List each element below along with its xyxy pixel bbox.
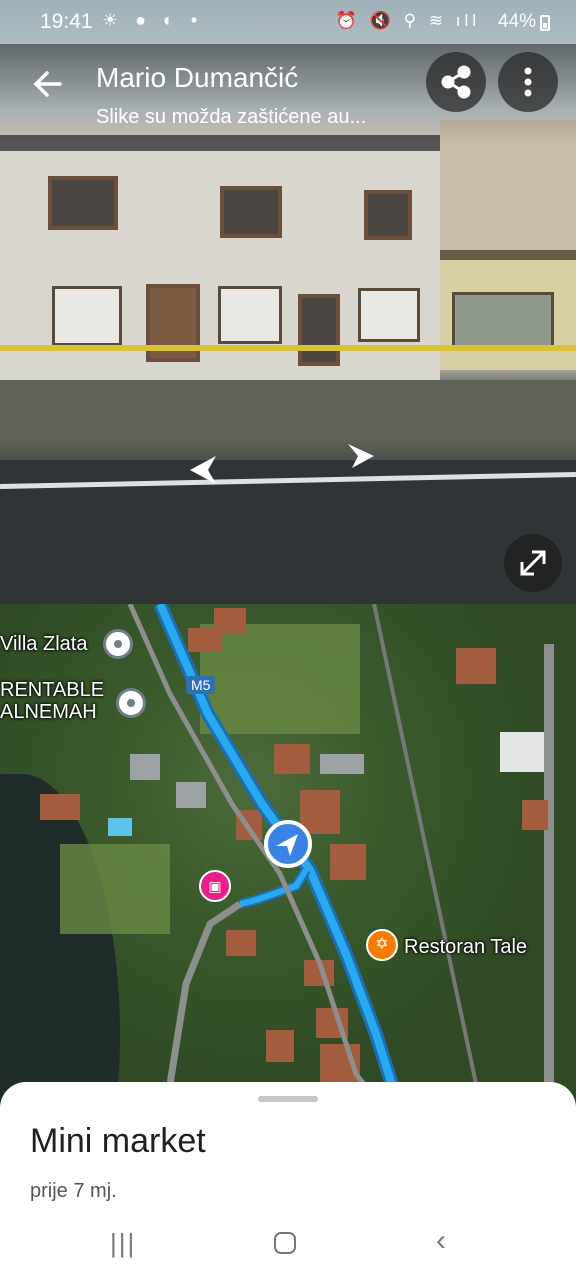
- share-button[interactable]: [426, 52, 486, 112]
- shop-window: [452, 292, 554, 348]
- back-button[interactable]: [26, 62, 70, 106]
- poi-pin-icon[interactable]: [116, 688, 146, 718]
- status-system-icons: ⏰ 🔇 ⚲ ≋ ıll: [335, 11, 480, 30]
- share-icon: [441, 65, 471, 99]
- shop-window: [218, 286, 282, 344]
- window: [364, 190, 412, 240]
- drag-handle[interactable]: [258, 1096, 318, 1102]
- navigation-arrow-icon: [276, 834, 298, 856]
- chevron-left-icon[interactable]: ‹: [436, 1224, 446, 1258]
- poi-label-restoran-tale[interactable]: Restoran Tale: [404, 936, 527, 958]
- status-time: 19:41: [40, 10, 93, 33]
- hotel-pin-icon[interactable]: ▣: [199, 870, 231, 902]
- status-bar: 19:41 ☀ ● ◐ • ⏰ 🔇 ⚲ ≋ ıll 44%: [0, 0, 576, 44]
- move-left-arrow-icon[interactable]: [186, 454, 220, 488]
- photo-date: prije 7 mj.: [30, 1180, 117, 1202]
- page-title: Mario Dumančić: [96, 62, 299, 93]
- railing: [0, 345, 576, 351]
- current-location-marker[interactable]: [264, 820, 312, 868]
- more-options-button[interactable]: [498, 52, 558, 112]
- expand-button[interactable]: [504, 534, 562, 592]
- window: [220, 186, 282, 238]
- status-notification-icons: ☀ ● ◐ •: [102, 10, 204, 30]
- poi-pin-icon[interactable]: [103, 629, 133, 659]
- restaurant-pin-icon[interactable]: ✡: [366, 929, 398, 961]
- recents-icon[interactable]: |||: [110, 1228, 136, 1259]
- poi-label-villa-zlata[interactable]: Villa Zlata: [0, 633, 87, 655]
- shop-window: [52, 286, 122, 346]
- wall: [0, 380, 576, 440]
- door: [298, 294, 340, 366]
- more-vertical-icon: [524, 67, 532, 97]
- battery-percent: 44%: [497, 11, 536, 32]
- poi-label-rentable-alnemah[interactable]: RENTABLE ALNEMAH: [0, 679, 104, 723]
- shop-window: [358, 288, 420, 342]
- road-shield-m5: M5: [186, 676, 216, 694]
- home-icon[interactable]: [274, 1232, 296, 1254]
- copyright-notice[interactable]: Slike su možda zaštićene au...: [96, 106, 366, 129]
- expand-icon: [520, 550, 546, 576]
- battery-icon: [540, 15, 550, 31]
- move-right-arrow-icon[interactable]: [344, 440, 378, 474]
- system-navigation-bar: ||| ‹: [0, 1212, 576, 1280]
- arrow-left-icon: [33, 71, 62, 97]
- place-title: Mini market: [30, 1122, 206, 1160]
- window: [48, 176, 118, 230]
- header: Mario Dumančić Slike su možda zaštićene …: [0, 44, 576, 144]
